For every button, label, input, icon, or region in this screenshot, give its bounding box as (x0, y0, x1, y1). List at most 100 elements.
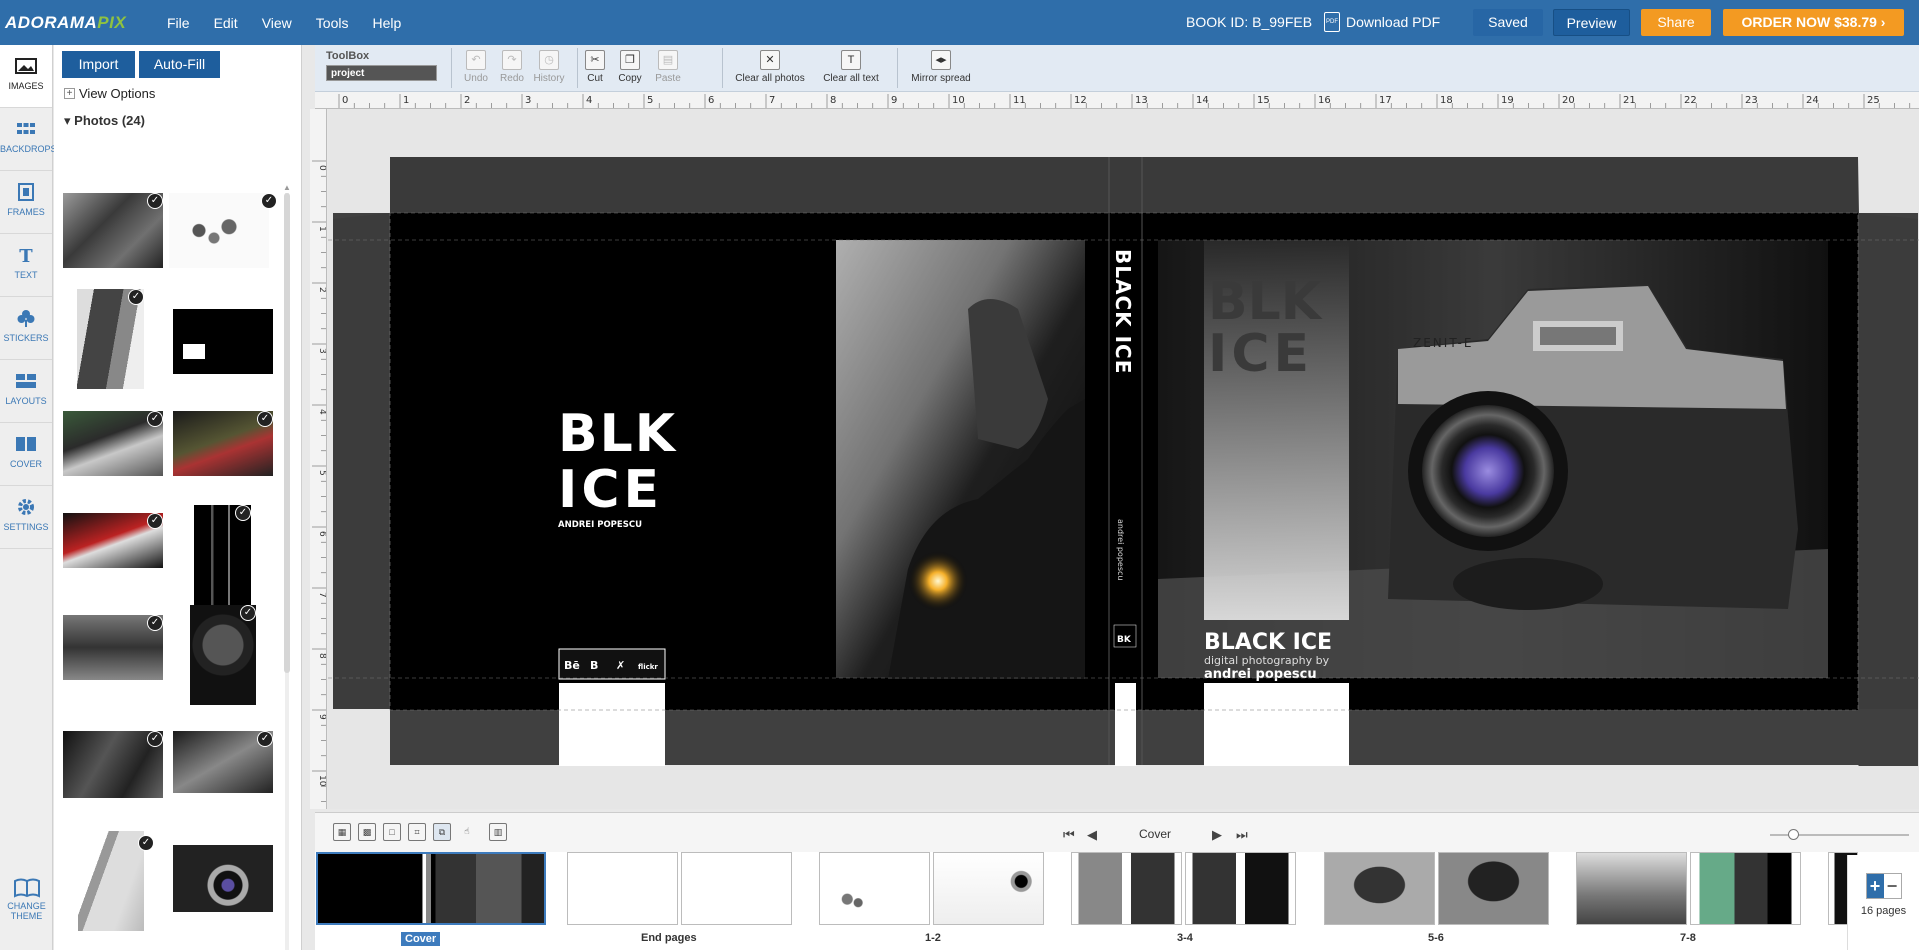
project-field[interactable]: project (326, 65, 437, 81)
menu-tools[interactable]: Tools (304, 15, 361, 31)
photo-scrollbar[interactable]: ▲ ▼ (282, 183, 292, 950)
paste-button[interactable]: ▤ Paste (652, 50, 684, 84)
photo-thumb[interactable]: ✓ (169, 193, 277, 268)
page-4-thumb[interactable] (1185, 852, 1296, 925)
photo-thumb[interactable]: ✓ (190, 605, 256, 705)
clear-all-text-button[interactable]: T Clear all text (816, 50, 886, 84)
page-3-thumb[interactable] (1071, 852, 1182, 925)
download-pdf-link[interactable]: PDF Download PDF (1324, 12, 1440, 32)
photo-thumb[interactable]: ✓ (173, 411, 273, 476)
ruler-mark: 14 (1196, 95, 1209, 106)
spine-title[interactable]: BLACK ICE (1111, 249, 1135, 374)
ruler-mark: 1 (317, 226, 327, 232)
scroll-up-icon[interactable]: ▲ (283, 183, 291, 192)
page-7-thumb[interactable] (1576, 852, 1687, 925)
photo-thumb[interactable]: ✓ (63, 731, 163, 798)
next-page-icon[interactable]: ▶ (1212, 827, 1222, 843)
ruler-mark: 2 (317, 287, 327, 293)
copy-label: Copy (618, 73, 642, 84)
saved-button[interactable]: Saved (1473, 9, 1543, 36)
ruler-mark: 5 (647, 95, 653, 106)
rail-stickers[interactable]: STICKERS (0, 297, 52, 360)
app-logo[interactable]: ADORAMAPIX (5, 13, 155, 33)
check-icon: ✓ (147, 411, 163, 427)
end-page-left[interactable] (567, 852, 678, 925)
page-count: 16 pages (1860, 905, 1907, 917)
remove-pages-button[interactable]: − (1884, 874, 1901, 898)
redo-button[interactable]: ↷ Redo (495, 50, 529, 84)
history-button[interactable]: ◷ History (527, 50, 571, 84)
clear-all-photos-button[interactable]: ✕ Clear all photos (729, 50, 811, 84)
mirror-spread-button[interactable]: ◂▸ Mirror spread (903, 50, 979, 84)
add-pages-button[interactable]: + (1866, 874, 1884, 898)
cut-button[interactable]: ✂ Cut (584, 50, 606, 84)
view-options-toggle[interactable]: + View Options (64, 86, 155, 101)
cover-page-thumb[interactable] (316, 852, 546, 925)
ruler-mark: 8 (830, 95, 836, 106)
frame-view-icon[interactable]: □ (383, 823, 401, 841)
order-now-button[interactable]: ORDER NOW $38.79 › (1723, 9, 1904, 36)
last-page-icon[interactable]: ⏭ (1236, 827, 1248, 843)
thumbnails-icon[interactable]: ▥ (489, 823, 507, 841)
preview-button[interactable]: Preview (1553, 9, 1630, 36)
photo-thumb[interactable]: ✓ (77, 289, 144, 389)
photos-header[interactable]: ▾ Photos (24) (64, 113, 145, 129)
prev-page-icon[interactable]: ◀ (1087, 827, 1097, 843)
rail-images[interactable]: IMAGES (0, 45, 52, 108)
cover-spread[interactable]: BLK ICE ANDREI POPESCU Bē B ✗ flickr BLA… (328, 109, 1919, 809)
rail-frames[interactable]: FRAMES (0, 171, 52, 234)
rail-cover[interactable]: COVER (0, 423, 52, 486)
photo-thumb[interactable]: ✓ (63, 513, 163, 568)
page-1-thumb[interactable] (819, 852, 930, 925)
photo-thumb[interactable]: ✓ (63, 615, 163, 680)
menu-view[interactable]: View (250, 15, 304, 31)
photo-thumb[interactable]: ✓ (194, 505, 251, 605)
zoom-slider[interactable] (1770, 829, 1909, 840)
page-5-thumb[interactable] (1324, 852, 1435, 925)
photo-thumb[interactable] (173, 845, 273, 912)
photo-thumb[interactable] (173, 309, 273, 374)
undo-button[interactable]: ↶ Undo (458, 50, 494, 84)
first-page-icon[interactable]: ⏮ (1063, 827, 1075, 843)
vertical-ruler: 0 1 2 3 4 5 6 7 8 9 10 (310, 109, 327, 809)
svg-text:BLK: BLK (558, 404, 677, 464)
ruler-mark: 16 (1318, 95, 1331, 106)
share-button[interactable]: Share (1641, 9, 1711, 36)
copy-button[interactable]: ❐ Copy (616, 50, 644, 84)
rail-settings[interactable]: SETTINGS (0, 486, 52, 549)
rail-text[interactable]: T TEXT (0, 234, 52, 297)
ruler-mark: 4 (317, 409, 327, 415)
front-title-block[interactable]: BLACK ICE digital photography by andrei … (1204, 630, 1332, 682)
end-page-right[interactable] (681, 852, 792, 925)
photo-thumb[interactable]: ✓ (63, 193, 163, 268)
check-icon: ✓ (147, 615, 163, 631)
check-icon: ✓ (138, 835, 154, 851)
scrollbar-thumb[interactable] (284, 193, 290, 673)
ruler-mark: 15 (1257, 95, 1270, 106)
pointer-icon[interactable]: ☝ (458, 823, 476, 841)
autofill-button[interactable]: Auto-Fill (139, 51, 220, 78)
photo-thumb[interactable]: ✓ (78, 831, 154, 931)
page-8-thumb[interactable] (1690, 852, 1801, 925)
photo-thumb[interactable]: ✓ (173, 731, 273, 793)
rail-layouts[interactable]: LAYOUTS (0, 360, 52, 423)
ruler-mark: 3 (525, 95, 531, 106)
spine-author[interactable]: andrei popescu (1116, 519, 1125, 580)
rail-backdrops[interactable]: BACKDROPS (0, 108, 57, 171)
import-button[interactable]: Import (62, 51, 135, 78)
menu-file[interactable]: File (155, 15, 202, 31)
change-theme-button[interactable]: CHANGE THEME (0, 877, 53, 921)
back-logo[interactable]: BLK ICE ANDREI POPESCU (558, 404, 677, 530)
spread-view-icon[interactable]: ⧉ (433, 823, 451, 841)
page-2-thumb[interactable] (933, 852, 1044, 925)
grid-icon[interactable]: ▩ (358, 823, 376, 841)
guides-icon[interactable]: ⌗ (408, 823, 426, 841)
menu-edit[interactable]: Edit (202, 15, 250, 31)
page-6-thumb[interactable] (1438, 852, 1549, 925)
svg-text:T: T (19, 246, 33, 264)
editor-canvas[interactable]: BLK ICE ANDREI POPESCU Bē B ✗ flickr BLA… (328, 109, 1919, 809)
layout-view-icon[interactable]: ▦ (333, 823, 351, 841)
menu-help[interactable]: Help (360, 15, 413, 31)
photo-thumb[interactable]: ✓ (63, 411, 163, 476)
zoom-slider-handle[interactable] (1788, 829, 1799, 840)
